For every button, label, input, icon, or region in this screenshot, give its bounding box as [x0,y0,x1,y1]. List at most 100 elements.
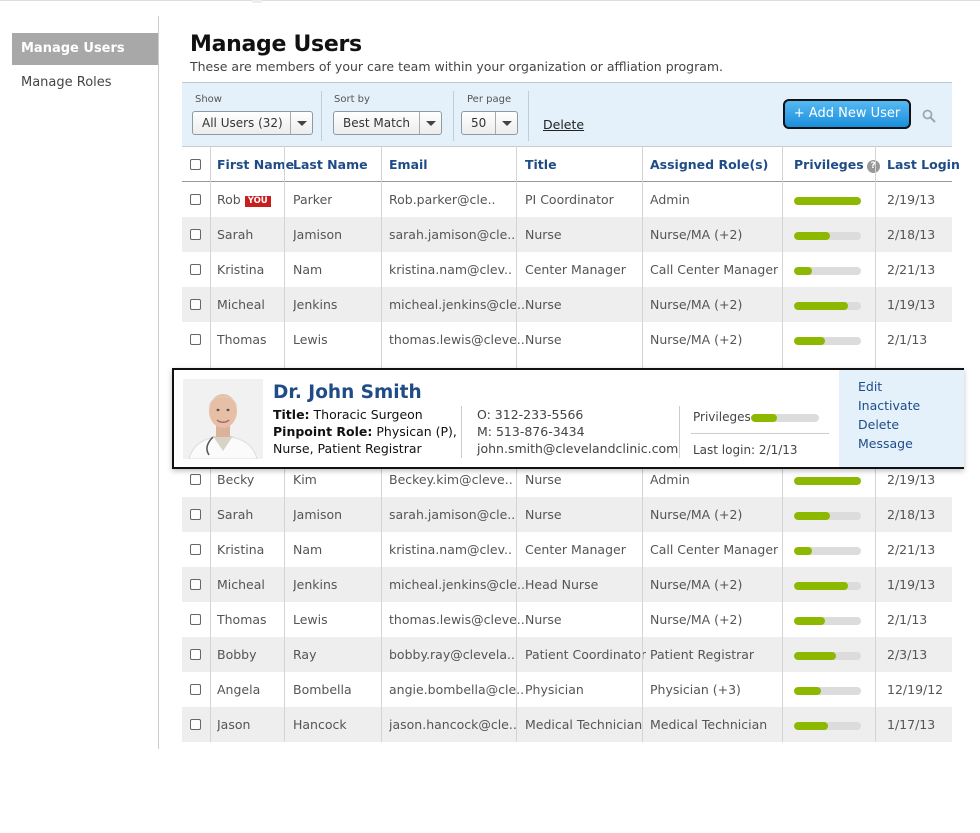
row-checkbox[interactable] [190,264,201,275]
row-checkbox[interactable] [190,334,201,345]
row-checkbox[interactable] [190,579,201,590]
search-icon[interactable] [922,108,936,123]
cell-role: Nurse/MA (+2) [650,567,742,602]
cell-last-text: Kim [293,472,317,487]
cell-last-text: Jamison [293,507,343,522]
toolbar-divider [528,91,529,141]
column-header-assigned-roles[interactable]: Assigned Role(s) [650,147,768,183]
row-checkbox[interactable] [190,614,201,625]
cell-first: Thomas [217,322,267,357]
cell-title-text: Head Nurse [525,577,599,592]
column-header-last-login[interactable]: Last Login [887,147,960,183]
cell-email[interactable]: micheal.jenkins@cle.. [389,567,525,602]
privileges-bar [794,512,861,520]
cell-email[interactable]: Rob.parker@cle.. [389,182,496,217]
cell-role-text: Nurse/MA (+2) [650,227,743,242]
cell-email[interactable]: thomas.lewis@cleve.. [389,322,525,357]
table-row[interactable]: Jason Hancock jason.hancock@cle.. Medical T… [182,707,952,742]
cell-email[interactable]: sarah.jamison@cle.. [389,217,515,252]
show-label: Show [195,94,222,105]
cell-email-text: Rob.parker@cle.. [389,192,496,207]
cell-login-text: 2/19/13 [887,472,936,487]
sort-select[interactable]: Best Match [333,111,442,135]
cell-first: Bobby [217,637,257,672]
cell-title-text: Nurse [525,507,562,522]
cell-last: Parker [293,182,332,217]
cell-email[interactable]: kristina.nam@clev.. [389,532,512,567]
delete-button[interactable]: Delete [543,117,584,132]
add-new-user-button[interactable]: + Add New User [783,99,911,129]
table-row[interactable]: Sarah Jamison sarah.jamison@cle.. Nurse Nurs… [182,217,952,252]
row-checkbox[interactable] [190,544,201,555]
column-header-first-name[interactable]: First Name [217,147,294,183]
table-row[interactable]: Micheal Jenkins micheal.jenkins@cle.. Nurse… [182,287,952,322]
select-all-checkbox[interactable] [190,159,201,170]
help-icon[interactable]: ? [866,160,880,173]
cell-title: Patient Coordinator [525,637,646,672]
table-row[interactable]: Micheal Jenkins micheal.jenkins@cle.. Head … [182,567,952,602]
cell-login-text: 2/18/13 [887,507,936,522]
column-header-privileges[interactable]: Privileges? [794,147,880,183]
row-checkbox[interactable] [190,299,201,310]
user-profile-card: Dr. John Smith Title: Thoracic Surgeon P… [172,368,964,469]
row-checkbox[interactable] [190,509,201,520]
table-row[interactable]: Thomas Lewis thomas.lewis@cleve.. Nurse Nurs… [182,322,952,357]
card-divider [691,433,829,434]
cell-email[interactable]: bobby.ray@clevela.. [389,637,515,672]
cell-email-text: kristina.nam@clev.. [389,262,512,277]
row-checkbox[interactable] [190,719,201,730]
cell-login: 1/19/13 [887,287,935,322]
cell-email[interactable]: sarah.jamison@cle.. [389,497,515,532]
table-row[interactable]: Kristina Nam kristina.nam@clev.. Center Man… [182,532,952,567]
table-row[interactable]: Thomas Lewis thomas.lewis@cleve.. Nurse Nurs… [182,602,952,637]
cell-first-text: Kristina [217,542,265,557]
cell-role-text: Patient Registrar [650,647,755,662]
per-page-select[interactable]: 50 [461,111,518,135]
profile-email[interactable]: john.smith@clevelandclinic.com [477,441,678,456]
table-row[interactable]: Sarah Jamison sarah.jamison@cle.. Nurse Nurs… [182,497,952,532]
cell-email[interactable]: jason.hancock@cle.. [389,707,517,742]
cell-first-text: Thomas [217,612,267,627]
table-row[interactable]: Rob YOU Parker Rob.parker@cle.. PI Coordinat… [182,182,952,217]
cell-email[interactable]: micheal.jenkins@cle.. [389,287,525,322]
column-header-title[interactable]: Title [525,147,557,183]
cell-first-text: Sarah [217,507,254,522]
column-header-email[interactable]: Email [389,147,428,183]
cell-login-text: 12/19/12 [887,682,944,697]
cell-login: 12/19/12 [887,672,943,707]
show-select[interactable]: All Users (32) [192,111,313,135]
column-header-last-name[interactable]: Last Name [293,147,368,183]
privileges-bar-fill [794,477,861,485]
card-divider [679,406,680,458]
cell-email[interactable]: angie.bombella@cle.. [389,672,524,707]
cell-role-text: Nurse/MA (+2) [650,507,743,522]
row-checkbox[interactable] [190,194,201,205]
top-border [0,0,980,1]
table-row[interactable]: Angela Bombella angie.bombella@cle.. Physic… [182,672,952,707]
row-checkbox[interactable] [190,229,201,240]
cell-login: 1/19/13 [887,567,935,602]
inactivate-user-link[interactable]: Inactivate [858,398,920,413]
cell-email[interactable]: thomas.lewis@cleve.. [389,602,525,637]
row-checkbox[interactable] [190,649,201,660]
column-header-privileges-label: Privileges [794,157,864,172]
cell-email[interactable]: kristina.nam@clev.. [389,252,512,287]
table-row[interactable]: Kristina Nam kristina.nam@clev.. Center Man… [182,252,952,287]
cell-title-text: Nurse [525,472,562,487]
cell-role-text: Admin [650,472,690,487]
cell-role-text: Nurse/MA (+2) [650,577,743,592]
sidebar-item-manage-users[interactable]: Manage Users [12,33,158,65]
row-checkbox[interactable] [190,684,201,695]
cell-title-text: Physician [525,682,584,697]
cell-last-text: Jamison [293,227,343,242]
cell-login: 2/18/13 [887,497,935,532]
row-checkbox[interactable] [190,474,201,485]
message-user-link[interactable]: Message [858,436,913,451]
table-row[interactable]: Bobby Ray bobby.ray@clevela.. Patient Coord… [182,637,952,672]
cell-role-text: Nurse/MA (+2) [650,332,743,347]
privileges-bar [794,582,861,590]
edit-user-link[interactable]: Edit [858,379,882,394]
sidebar-item-manage-roles[interactable]: Manage Roles [12,67,158,99]
delete-user-link[interactable]: Delete [858,417,899,432]
cell-login: 2/21/13 [887,252,935,287]
